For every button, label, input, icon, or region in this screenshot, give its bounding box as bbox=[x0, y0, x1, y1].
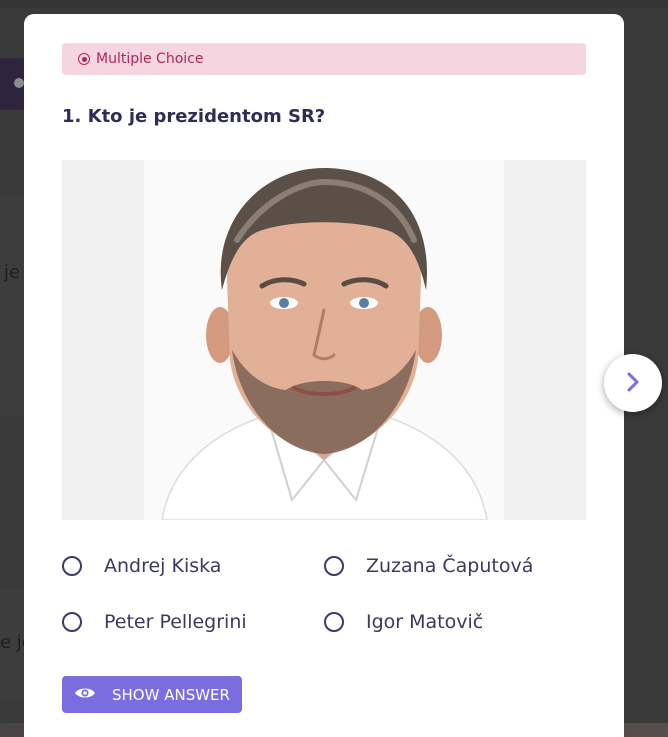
answer-option-label: Andrej Kiska bbox=[104, 555, 222, 577]
answer-option[interactable]: Zuzana Čaputová bbox=[324, 555, 533, 577]
radio-button[interactable] bbox=[62, 556, 82, 576]
answer-option[interactable]: Andrej Kiska bbox=[62, 555, 221, 577]
radio-button[interactable] bbox=[324, 556, 344, 576]
question-type-badge: Multiple Choice bbox=[62, 43, 586, 75]
question-type-label: Multiple Choice bbox=[96, 51, 204, 67]
answer-option[interactable]: Peter Pellegrini bbox=[62, 611, 247, 633]
radio-target-icon bbox=[78, 53, 90, 65]
answer-option-label: Peter Pellegrini bbox=[104, 611, 247, 633]
show-answer-button[interactable]: SHOW ANSWER bbox=[62, 676, 242, 713]
next-question-button[interactable] bbox=[604, 354, 662, 412]
portrait-image bbox=[62, 160, 586, 520]
question-modal: Multiple Choice 1. Kto je prezidentom SR… bbox=[24, 14, 624, 737]
answer-option[interactable]: Igor Matovič bbox=[324, 611, 483, 633]
answer-option-label: Igor Matovič bbox=[366, 611, 484, 633]
eye-icon bbox=[74, 686, 96, 704]
radio-button[interactable] bbox=[324, 612, 344, 632]
radio-button[interactable] bbox=[62, 612, 82, 632]
answer-option-label: Zuzana Čaputová bbox=[366, 555, 534, 577]
question-image bbox=[62, 160, 586, 520]
background-card bbox=[0, 0, 668, 8]
show-answer-label: SHOW ANSWER bbox=[112, 685, 230, 704]
chevron-right-icon bbox=[625, 371, 641, 396]
background-text: je bbox=[4, 262, 21, 283]
question-title: 1. Kto je prezidentom SR? bbox=[62, 106, 326, 127]
